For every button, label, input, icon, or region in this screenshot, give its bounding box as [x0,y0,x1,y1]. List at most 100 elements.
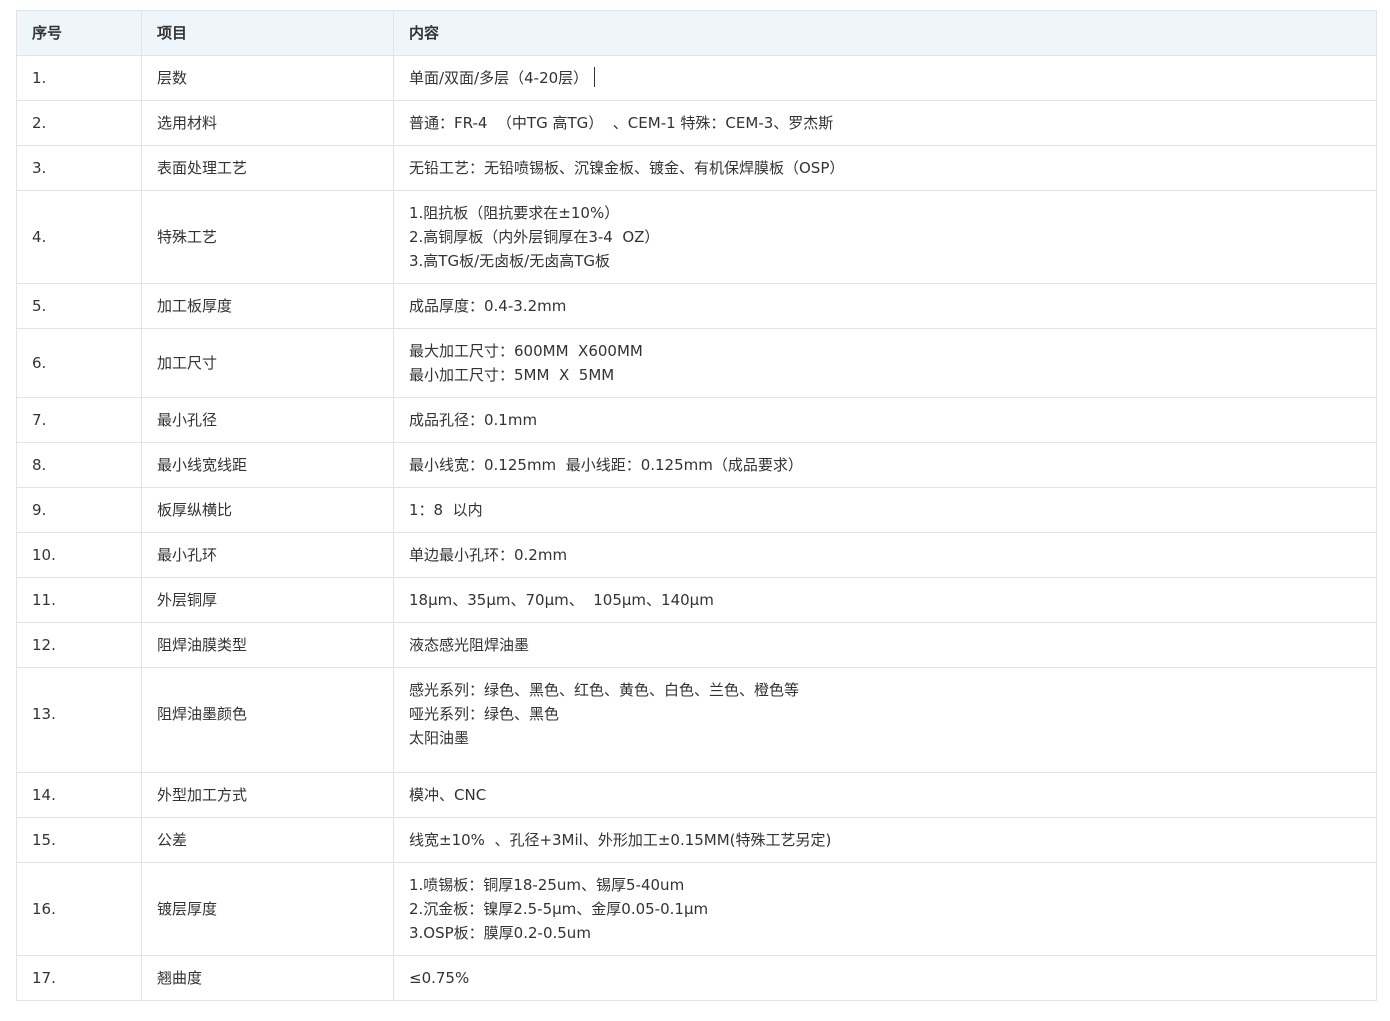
cell-no: 4. [16,190,142,284]
content-line: 成品孔径：0.1mm [409,411,538,429]
table-row: 10. 最小孔环 单边最小孔环：0.2mm [16,532,1377,578]
cell-item: 特殊工艺 [141,190,394,284]
content-line: 无铅工艺：无铅喷锡板、沉镍金板、镀金、有机保焊膜板（OSP） [409,159,845,177]
content-line: 3.高TG板/无卤板/无卤高TG板 [409,252,610,270]
cell-item: 层数 [141,55,394,101]
cell-content: 成品厚度：0.4-3.2mm [393,283,1377,329]
table-row: 3. 表面处理工艺 无铅工艺：无铅喷锡板、沉镍金板、镀金、有机保焊膜板（OSP） [16,145,1377,191]
table-row: 6. 加工尺寸 最大加工尺寸：600MM X600MM 最小加工尺寸：5MM X 5M… [16,328,1377,398]
cell-content: 模冲、CNC [393,772,1377,818]
cell-no: 16. [16,862,142,956]
content-line: 太阳油墨 [409,729,470,747]
cell-no: 3. [16,145,142,191]
cell-content: 1.喷锡板：铜厚18-25um、锡厚5-40um 2.沉金板：镍厚2.5-5μm、… [393,862,1377,956]
header-no: 序号 [16,10,142,56]
text-cursor [594,67,596,87]
content-line: 液态感光阻焊油墨 [409,636,530,654]
table-row: 1. 层数 单面/双面/多层（4-20层） [16,55,1377,101]
cell-content: ≤0.75% [393,955,1377,1001]
cell-no: 15. [16,817,142,863]
cell-no: 10. [16,532,142,578]
header-item: 项目 [141,10,394,56]
content-line: 单面/双面/多层（4-20层） [409,69,589,87]
content-line: 最小加工尺寸：5MM X 5MM [409,366,615,384]
content-line: 单边最小孔环：0.2mm [409,546,568,564]
content-line: 最小线宽：0.125mm 最小线距：0.125mm（成品要求） [409,456,803,474]
table-row: 12. 阻焊油膜类型 液态感光阻焊油墨 [16,622,1377,668]
cell-no: 11. [16,577,142,623]
cell-item: 加工尺寸 [141,328,394,398]
content-line: 1.喷锡板：铜厚18-25um、锡厚5-40um [409,876,685,894]
table-row: 15. 公差 线宽±10% 、孔径+3Mil、外形加工±0.15MM(特殊工艺另定) [16,817,1377,863]
table-row: 13. 阻焊油墨颜色 感光系列：绿色、黑色、红色、黄色、白色、兰色、橙色等 哑光系列：… [16,667,1377,773]
content-line: 最大加工尺寸：600MM X600MM [409,342,643,360]
table-row: 8. 最小线宽线距 最小线宽：0.125mm 最小线距：0.125mm（成品要求） [16,442,1377,488]
pcb-spec-table: 序号 项目 内容 1. 层数 单面/双面/多层（4-20层） 2. 选用材料 普通：FR-… [16,10,1377,1001]
cell-item: 加工板厚度 [141,283,394,329]
cell-no: 12. [16,622,142,668]
content-line: ≤0.75% [409,969,470,987]
table-row: 9. 板厚纵横比 1：8 以内 [16,487,1377,533]
cell-content: 单边最小孔环：0.2mm [393,532,1377,578]
table-body: 1. 层数 单面/双面/多层（4-20层） 2. 选用材料 普通：FR-4 （中TG 高T… [16,55,1377,1001]
table-row: 11. 外层铜厚 18μm、35μm、70μm、 105μm、140μm [16,577,1377,623]
table-row: 2. 选用材料 普通：FR-4 （中TG 高TG） 、CEM-1 特殊：CEM-3、… [16,100,1377,146]
cell-no: 2. [16,100,142,146]
table-header-row: 序号 项目 内容 [16,10,1377,56]
cell-item: 阻焊油墨颜色 [141,667,394,773]
content-line: 普通：FR-4 （中TG 高TG） 、CEM-1 特殊：CEM-3、罗杰斯 [409,114,834,132]
cell-item: 公差 [141,817,394,863]
cell-no: 5. [16,283,142,329]
cell-content: 成品孔径：0.1mm [393,397,1377,443]
cell-item: 表面处理工艺 [141,145,394,191]
cell-content: 液态感光阻焊油墨 [393,622,1377,668]
cell-content: 单面/双面/多层（4-20层） [393,55,1377,101]
table-row: 4. 特殊工艺 1.阻抗板（阻抗要求在±10%） 2.高铜厚板（内外层铜厚在3-4 O… [16,190,1377,284]
content-line: 1.阻抗板（阻抗要求在±10%） [409,204,620,222]
content-line: 感光系列：绿色、黑色、红色、黄色、白色、兰色、橙色等 [409,681,800,699]
table-row: 7. 最小孔径 成品孔径：0.1mm [16,397,1377,443]
content-line: 3.OSP板：膜厚0.2-0.5um [409,924,591,942]
cell-item: 最小孔径 [141,397,394,443]
table-row: 14. 外型加工方式 模冲、CNC [16,772,1377,818]
cell-content: 普通：FR-4 （中TG 高TG） 、CEM-1 特殊：CEM-3、罗杰斯 [393,100,1377,146]
content-line: 1：8 以内 [409,501,483,519]
cell-no: 7. [16,397,142,443]
content-line: 线宽±10% 、孔径+3Mil、外形加工±0.15MM(特殊工艺另定) [409,831,832,849]
content-line: 2.高铜厚板（内外层铜厚在3-4 OZ） [409,228,660,246]
cell-no: 13. [16,667,142,773]
cell-content: 无铅工艺：无铅喷锡板、沉镍金板、镀金、有机保焊膜板（OSP） [393,145,1377,191]
cell-content: 感光系列：绿色、黑色、红色、黄色、白色、兰色、橙色等 哑光系列：绿色、黑色 太阳油墨 [393,667,1377,773]
content-line: 2.沉金板：镍厚2.5-5μm、金厚0.05-0.1μm [409,900,709,918]
content-line: 模冲、CNC [409,786,487,804]
header-content: 内容 [393,10,1377,56]
cell-item: 外型加工方式 [141,772,394,818]
cell-content: 线宽±10% 、孔径+3Mil、外形加工±0.15MM(特殊工艺另定) [393,817,1377,863]
table-row: 16. 镀层厚度 1.喷锡板：铜厚18-25um、锡厚5-40um 2.沉金板：镍厚2… [16,862,1377,956]
cell-item: 最小线宽线距 [141,442,394,488]
cell-item: 最小孔环 [141,532,394,578]
cell-content: 18μm、35μm、70μm、 105μm、140μm [393,577,1377,623]
cell-item: 选用材料 [141,100,394,146]
cell-item: 阻焊油膜类型 [141,622,394,668]
cell-no: 17. [16,955,142,1001]
cell-item: 镀层厚度 [141,862,394,956]
cell-no: 9. [16,487,142,533]
cell-content: 1：8 以内 [393,487,1377,533]
cell-item: 板厚纵横比 [141,487,394,533]
spec-table-container: 序号 项目 内容 1. 层数 单面/双面/多层（4-20层） 2. 选用材料 普通：FR-… [16,10,1377,1001]
cell-item: 外层铜厚 [141,577,394,623]
content-line: 成品厚度：0.4-3.2mm [409,297,567,315]
cell-no: 6. [16,328,142,398]
cell-content: 1.阻抗板（阻抗要求在±10%） 2.高铜厚板（内外层铜厚在3-4 OZ） 3.高T… [393,190,1377,284]
cell-content: 最小线宽：0.125mm 最小线距：0.125mm（成品要求） [393,442,1377,488]
table-row: 5. 加工板厚度 成品厚度：0.4-3.2mm [16,283,1377,329]
cell-item: 翘曲度 [141,955,394,1001]
cell-no: 1. [16,55,142,101]
content-line: 18μm、35μm、70μm、 105μm、140μm [409,591,714,609]
cell-content: 最大加工尺寸：600MM X600MM 最小加工尺寸：5MM X 5MM [393,328,1377,398]
cell-no: 8. [16,442,142,488]
table-row: 17. 翘曲度 ≤0.75% [16,955,1377,1001]
cell-no: 14. [16,772,142,818]
content-line: 哑光系列：绿色、黑色 [409,705,560,723]
